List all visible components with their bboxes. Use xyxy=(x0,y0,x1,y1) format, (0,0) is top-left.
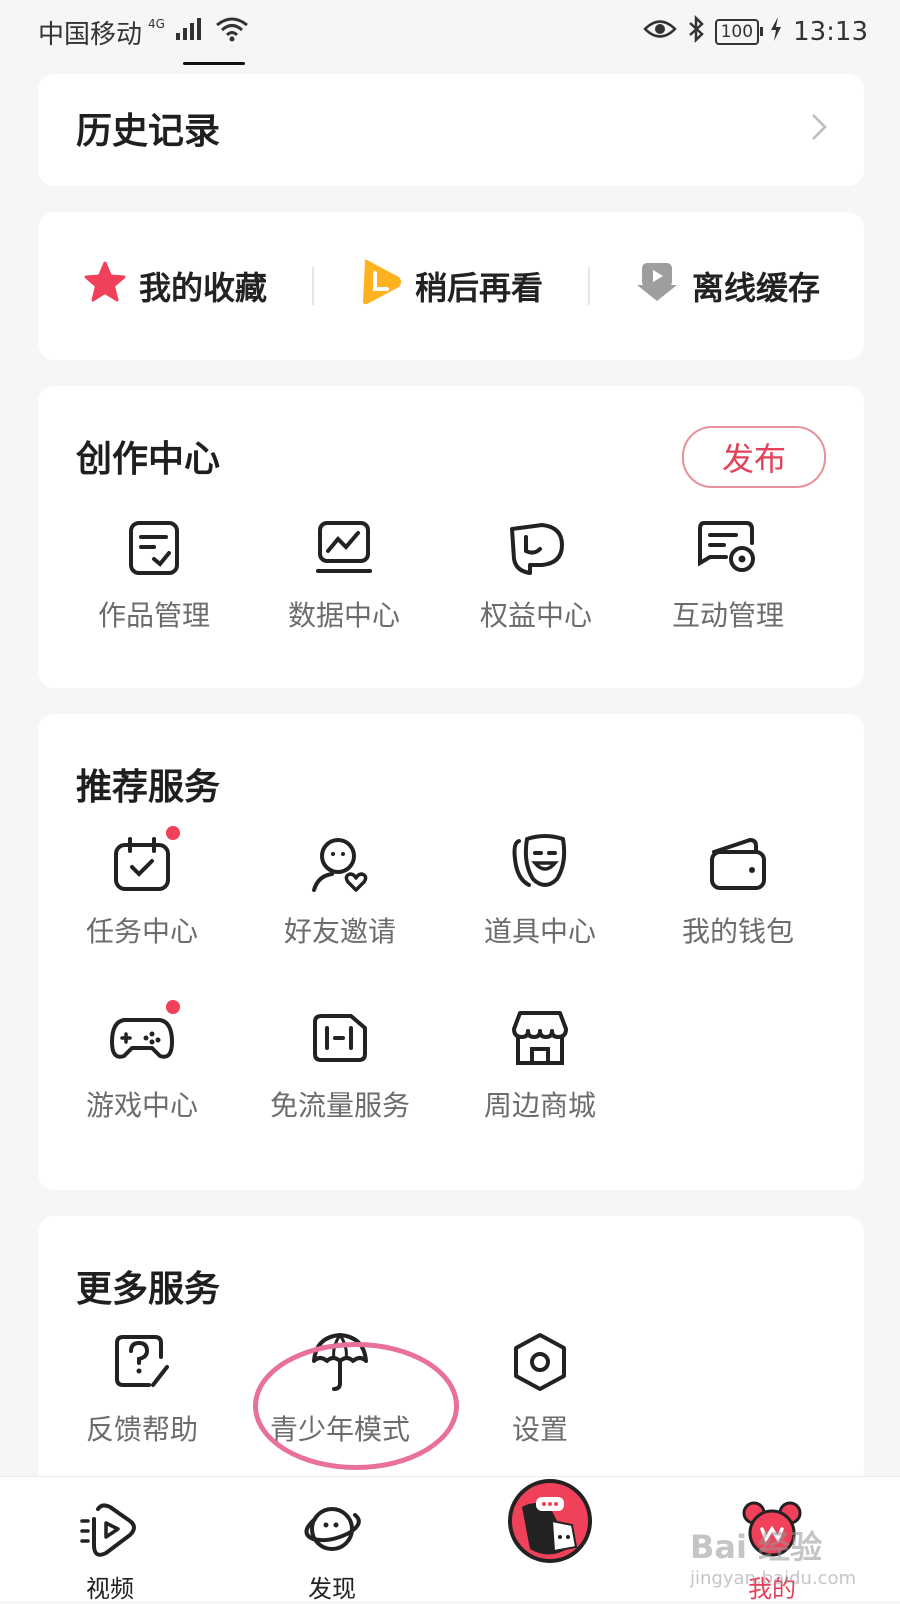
notification-dot xyxy=(166,826,180,840)
grid-item-settings[interactable]: 设置 xyxy=(440,1330,640,1448)
status-right: 100 13:13 xyxy=(642,14,868,50)
history-title: 历史记录 xyxy=(76,111,221,152)
quick-watch-later-label: 稍后再看 xyxy=(414,269,543,307)
data-chart-icon xyxy=(312,516,376,580)
tab-video-label: 视频 xyxy=(86,1575,134,1603)
quick-favorites[interactable]: 我的收藏 xyxy=(38,261,312,311)
grid-item-interaction-manage[interactable]: 互动管理 xyxy=(628,516,828,634)
watermark: Bai 经验 jingyan.baidu.com xyxy=(690,1522,856,1589)
download-icon xyxy=(634,261,680,311)
grid-item-label: 周边商城 xyxy=(483,1089,596,1122)
grid-item-data-free[interactable]: 免流量服务 xyxy=(240,1006,440,1124)
grid-item-feedback-help[interactable]: 反馈帮助 xyxy=(42,1330,242,1448)
grid-item-teen-mode[interactable]: 青少年模式 xyxy=(240,1330,440,1448)
more-services-card: 更多服务 反馈帮助 青少年模式 设置 xyxy=(38,1216,864,1486)
grid-item-data-center[interactable]: 数据中心 xyxy=(244,516,444,634)
grid-item-props-center[interactable]: 道具中心 xyxy=(440,832,640,950)
charging-icon xyxy=(769,16,783,49)
grid-item-label: 反馈帮助 xyxy=(85,1413,198,1446)
grid-item-friend-invite[interactable]: 好友邀请 xyxy=(240,832,440,950)
calendar-check-icon xyxy=(110,826,180,896)
battery-icon: 100 xyxy=(714,19,764,45)
grid-item-label: 游戏中心 xyxy=(85,1089,198,1122)
help-feedback-icon xyxy=(110,1330,174,1394)
grid-item-label: 道具中心 xyxy=(483,915,596,948)
center-mascot-icon xyxy=(506,1477,594,1569)
recommended-services-card: 推荐服务 任务中心 好友邀请 道具中心 我的钱包 游戏中心 免流量服务 周边商城 xyxy=(38,714,864,1190)
tab-center[interactable] xyxy=(470,1477,630,1575)
grid-item-label: 权益中心 xyxy=(479,599,592,632)
watermark-url: jingyan.baidu.com xyxy=(690,1568,857,1589)
grid-item-label: 任务中心 xyxy=(85,915,198,948)
scribble-mark xyxy=(183,62,245,65)
creation-center-title: 创作中心 xyxy=(76,439,221,480)
more-services-title: 更多服务 xyxy=(76,1269,221,1310)
interaction-manage-icon xyxy=(696,516,760,580)
watermark-logo-text: Bai 经验 xyxy=(690,1528,823,1566)
works-manage-icon xyxy=(122,516,186,580)
wifi-icon xyxy=(215,16,249,49)
grid-item-label: 数据中心 xyxy=(287,599,400,632)
grid-item-my-wallet[interactable]: 我的钱包 xyxy=(638,832,838,950)
grid-item-game-center[interactable]: 游戏中心 xyxy=(42,1000,242,1124)
video-tab-icon xyxy=(78,1499,142,1563)
notification-dot xyxy=(166,1000,180,1014)
quick-offline-cache[interactable]: 离线缓存 xyxy=(590,261,864,311)
chevron-right-icon[interactable] xyxy=(810,112,828,146)
grid-item-label: 我的钱包 xyxy=(681,915,794,948)
quick-offline-cache-label: 离线缓存 xyxy=(691,269,820,307)
planet-tab-icon xyxy=(299,1499,365,1563)
quick-links-card: 我的收藏 稍后再看 离线缓存 xyxy=(38,212,864,360)
battery-level: 100 xyxy=(720,22,754,42)
mask-icon xyxy=(508,832,572,896)
store-icon xyxy=(508,1006,572,1070)
creation-center-card: 创作中心 发布 作品管理 数据中心 权益中心 互动管理 xyxy=(38,386,864,688)
grid-item-works-manage[interactable]: 作品管理 xyxy=(54,516,254,634)
friend-invite-icon xyxy=(308,832,372,896)
gamepad-icon xyxy=(110,1000,180,1070)
bluetooth-icon xyxy=(687,14,705,50)
eye-icon xyxy=(642,17,677,47)
star-icon xyxy=(83,261,127,311)
tab-video[interactable]: 视频 xyxy=(30,1499,190,1604)
network-type: 4G xyxy=(148,17,165,31)
grid-item-label: 作品管理 xyxy=(97,599,210,632)
sim-card-icon xyxy=(308,1006,372,1070)
watch-later-icon xyxy=(359,257,403,315)
grid-item-label: 青少年模式 xyxy=(269,1413,410,1446)
quick-favorites-label: 我的收藏 xyxy=(138,269,267,307)
quick-watch-later[interactable]: 稍后再看 xyxy=(314,257,588,315)
tab-discover[interactable]: 发现 xyxy=(252,1499,412,1604)
clock-time: 13:13 xyxy=(793,17,868,47)
carrier-name: 中国移动 xyxy=(38,19,143,50)
grid-item-label: 互动管理 xyxy=(671,599,784,632)
grid-item-label: 好友邀请 xyxy=(283,915,396,948)
status-left: 中国移动 4G xyxy=(38,14,249,51)
umbrella-icon xyxy=(308,1330,372,1394)
signal-icon xyxy=(175,17,205,48)
rights-shield-icon xyxy=(504,516,568,580)
tab-discover-label: 发现 xyxy=(308,1575,356,1603)
recommended-services-title: 推荐服务 xyxy=(76,767,221,808)
grid-item-task-center[interactable]: 任务中心 xyxy=(42,826,242,950)
grid-item-rights-center[interactable]: 权益中心 xyxy=(436,516,636,634)
grid-item-merch-store[interactable]: 周边商城 xyxy=(440,1006,640,1124)
grid-item-label: 免流量服务 xyxy=(269,1089,410,1122)
wallet-icon xyxy=(706,832,770,896)
settings-hex-icon xyxy=(508,1330,572,1394)
publish-button[interactable]: 发布 xyxy=(682,426,826,488)
status-bar: 中国移动 4G 100 13:13 xyxy=(0,0,900,64)
grid-item-label: 设置 xyxy=(511,1413,568,1446)
history-card[interactable]: 历史记录 xyxy=(38,74,864,186)
